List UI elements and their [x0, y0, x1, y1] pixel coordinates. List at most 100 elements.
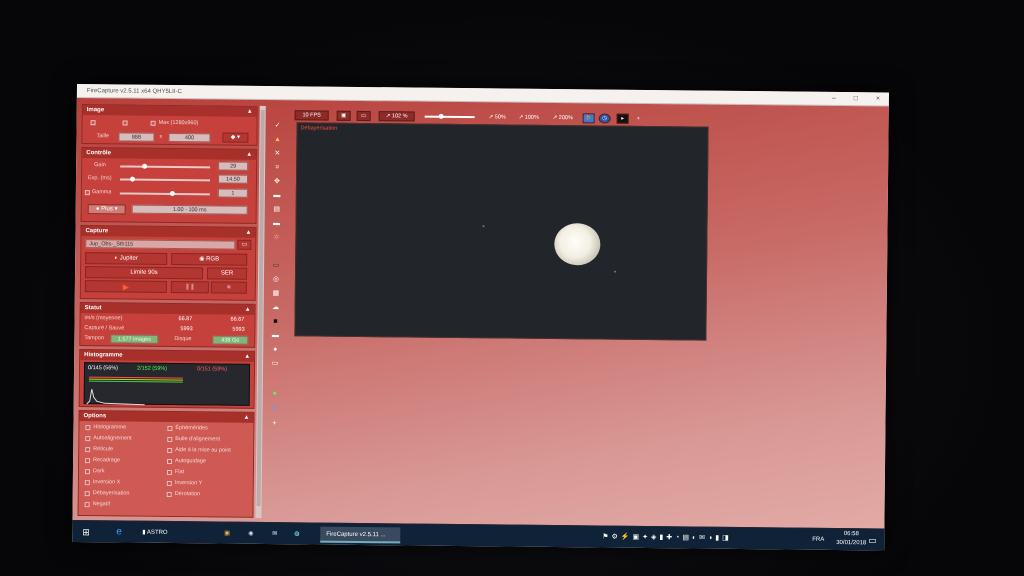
- gain-slider[interactable]: [120, 163, 211, 169]
- option-checkbox[interactable]: [166, 491, 172, 498]
- minimize-button[interactable]: –: [823, 95, 845, 102]
- gamma-value[interactable]: 1: [217, 188, 248, 198]
- mail-icon[interactable]: ✉: [272, 526, 277, 542]
- gamma-slider[interactable]: [119, 190, 210, 197]
- option-checkbox[interactable]: [167, 458, 173, 465]
- option-label: Flat: [174, 469, 185, 476]
- controls-header[interactable]: Contrôle ▲: [82, 148, 257, 160]
- fit-icon[interactable]: ▣: [336, 110, 351, 121]
- run-icon[interactable]: ⛹: [582, 113, 595, 124]
- check-icon[interactable]: ✓: [273, 122, 283, 130]
- minus-icon[interactable]: ▬: [270, 332, 280, 340]
- cross-icon[interactable]: ✕: [272, 150, 282, 158]
- size-dropdown[interactable]: ◆ ▾: [222, 132, 249, 143]
- option-checkbox[interactable]: [84, 502, 90, 508]
- option-checkbox[interactable]: [85, 458, 91, 464]
- object-button[interactable]: ◐ Jupiter: [85, 252, 168, 265]
- target-icon[interactable]: ◎: [271, 276, 281, 284]
- comment-icon[interactable]: ▬: [272, 220, 282, 228]
- camera-viewport[interactable]: Débayerisation: [294, 122, 709, 341]
- option-checkbox[interactable]: [85, 436, 91, 442]
- taskbar-app-astro[interactable]: ▮ ASTRO: [138, 525, 214, 542]
- option-checkbox[interactable]: [167, 425, 173, 432]
- edge-icon[interactable]: e: [116, 524, 122, 540]
- option-checkbox[interactable]: [85, 447, 91, 453]
- grid-icon[interactable]: ▦: [271, 290, 281, 298]
- zoom-200-button[interactable]: ↗ 200%: [553, 113, 573, 123]
- plus-dropdown[interactable]: ● Plus ▾: [87, 204, 126, 215]
- focus-icon[interactable]: ✥: [272, 178, 282, 186]
- monitor-icon[interactable]: ▭: [271, 262, 281, 270]
- cloud-icon[interactable]: ☁: [271, 304, 281, 312]
- status-header[interactable]: Statut ▲: [80, 303, 255, 315]
- zoom-50-button[interactable]: ↗ 50%: [489, 112, 506, 122]
- image-header[interactable]: Image ▲: [82, 105, 257, 117]
- frame-icon[interactable]: ▭: [270, 360, 280, 368]
- color-button[interactable]: ◉ RGB: [171, 252, 248, 266]
- folder-tool-icon[interactable]: ▬: [272, 192, 282, 200]
- width-field[interactable]: 888: [118, 132, 155, 142]
- zoom-slider[interactable]: [424, 113, 475, 119]
- histogram-tool-icon[interactable]: ▲: [272, 136, 282, 144]
- pause-icon[interactable]: ❚❚: [170, 280, 209, 294]
- stop-icon[interactable]: ■: [210, 281, 247, 294]
- max-label: Max (1280x960): [158, 119, 199, 127]
- height-field[interactable]: 400: [168, 132, 211, 143]
- script-icon[interactable]: ▤: [272, 206, 282, 214]
- record-play-icon[interactable]: ▶: [84, 280, 167, 293]
- chrome-icon[interactable]: ◉: [248, 526, 253, 542]
- status-row-v1: 5993: [180, 326, 193, 333]
- green-flask-icon[interactable]: ●: [270, 390, 280, 398]
- option-checkbox[interactable]: [167, 436, 173, 443]
- option-checkbox[interactable]: [166, 480, 172, 487]
- add-tool-icon[interactable]: +: [269, 420, 279, 428]
- language-indicator[interactable]: FRA: [812, 532, 824, 548]
- blue-flask-icon[interactable]: ●: [270, 404, 280, 412]
- exp-slider[interactable]: [119, 176, 211, 182]
- tray-icons[interactable]: ⚑⚙⚡▣✦◈▮✚◔▤◐✉◑▮◨: [602, 530, 732, 547]
- histogram-header[interactable]: Histogramme ▲: [80, 350, 255, 362]
- option-checkbox[interactable]: [166, 469, 172, 476]
- fullscreen-icon[interactable]: ▭: [356, 110, 371, 122]
- max-radio[interactable]: [150, 120, 156, 126]
- controls-section: Contrôle ▲ Gain 29 Exp. (ms) 14.50 Gamma …: [80, 147, 258, 224]
- option-label: Inversion Y: [174, 480, 203, 487]
- zoom-100-button[interactable]: ↗ 100%: [519, 113, 539, 123]
- terminal-icon[interactable]: ▸: [616, 113, 629, 124]
- windows-start-icon[interactable]: ⊞: [82, 524, 90, 540]
- crop-icon[interactable]: ⌗: [272, 164, 282, 172]
- option-checkbox[interactable]: [167, 447, 173, 454]
- red-flask-icon[interactable]: ●: [270, 376, 280, 384]
- cog-icon[interactable]: ✲: [271, 234, 281, 242]
- exp-value[interactable]: 14.50: [217, 174, 249, 184]
- gain-value[interactable]: 29: [218, 161, 249, 171]
- format-button[interactable]: SER: [206, 267, 248, 280]
- square-icon[interactable]: ■: [270, 318, 280, 326]
- limit-button[interactable]: Limite 90s: [84, 266, 204, 280]
- app-icon[interactable]: ◍: [294, 526, 299, 542]
- option-checkbox[interactable]: [85, 425, 91, 431]
- clock-icon[interactable]: ◷: [598, 113, 611, 124]
- options-header[interactable]: Options ▲: [79, 411, 254, 423]
- fps-button[interactable]: 10 FPS: [294, 110, 329, 121]
- capture-header[interactable]: Capture ▲: [81, 226, 256, 238]
- gamma-checkbox[interactable]: [84, 190, 90, 196]
- add-button[interactable]: +: [637, 114, 640, 124]
- notification-icon[interactable]: ▭: [868, 532, 877, 548]
- clock[interactable]: 06:58 30/01/2018: [836, 530, 866, 546]
- zoom-button[interactable]: ↗ 102 %: [378, 111, 415, 122]
- circle-icon[interactable]: ●: [270, 346, 280, 354]
- histogram-plot: 0/145 (56%) 2/152 (59%) 0/151 (59%): [83, 362, 251, 406]
- gamma-label: Gamma: [91, 189, 112, 196]
- res-checkbox-1[interactable]: [90, 120, 96, 126]
- option-checkbox[interactable]: [84, 480, 90, 486]
- option-checkbox[interactable]: [84, 491, 90, 497]
- option-checkbox[interactable]: [84, 469, 90, 475]
- close-button[interactable]: ×: [867, 95, 889, 102]
- store-icon[interactable]: ▣: [224, 526, 230, 542]
- res-checkbox-2[interactable]: [122, 120, 128, 126]
- folder-icon[interactable]: ▭: [237, 239, 252, 250]
- filename-field[interactable]: Jup_Obs-_Sth115: [85, 239, 236, 250]
- taskbar-app-firecapture[interactable]: FireCapture v2.5.11 ...: [320, 526, 401, 544]
- maximize-button[interactable]: □: [845, 95, 867, 102]
